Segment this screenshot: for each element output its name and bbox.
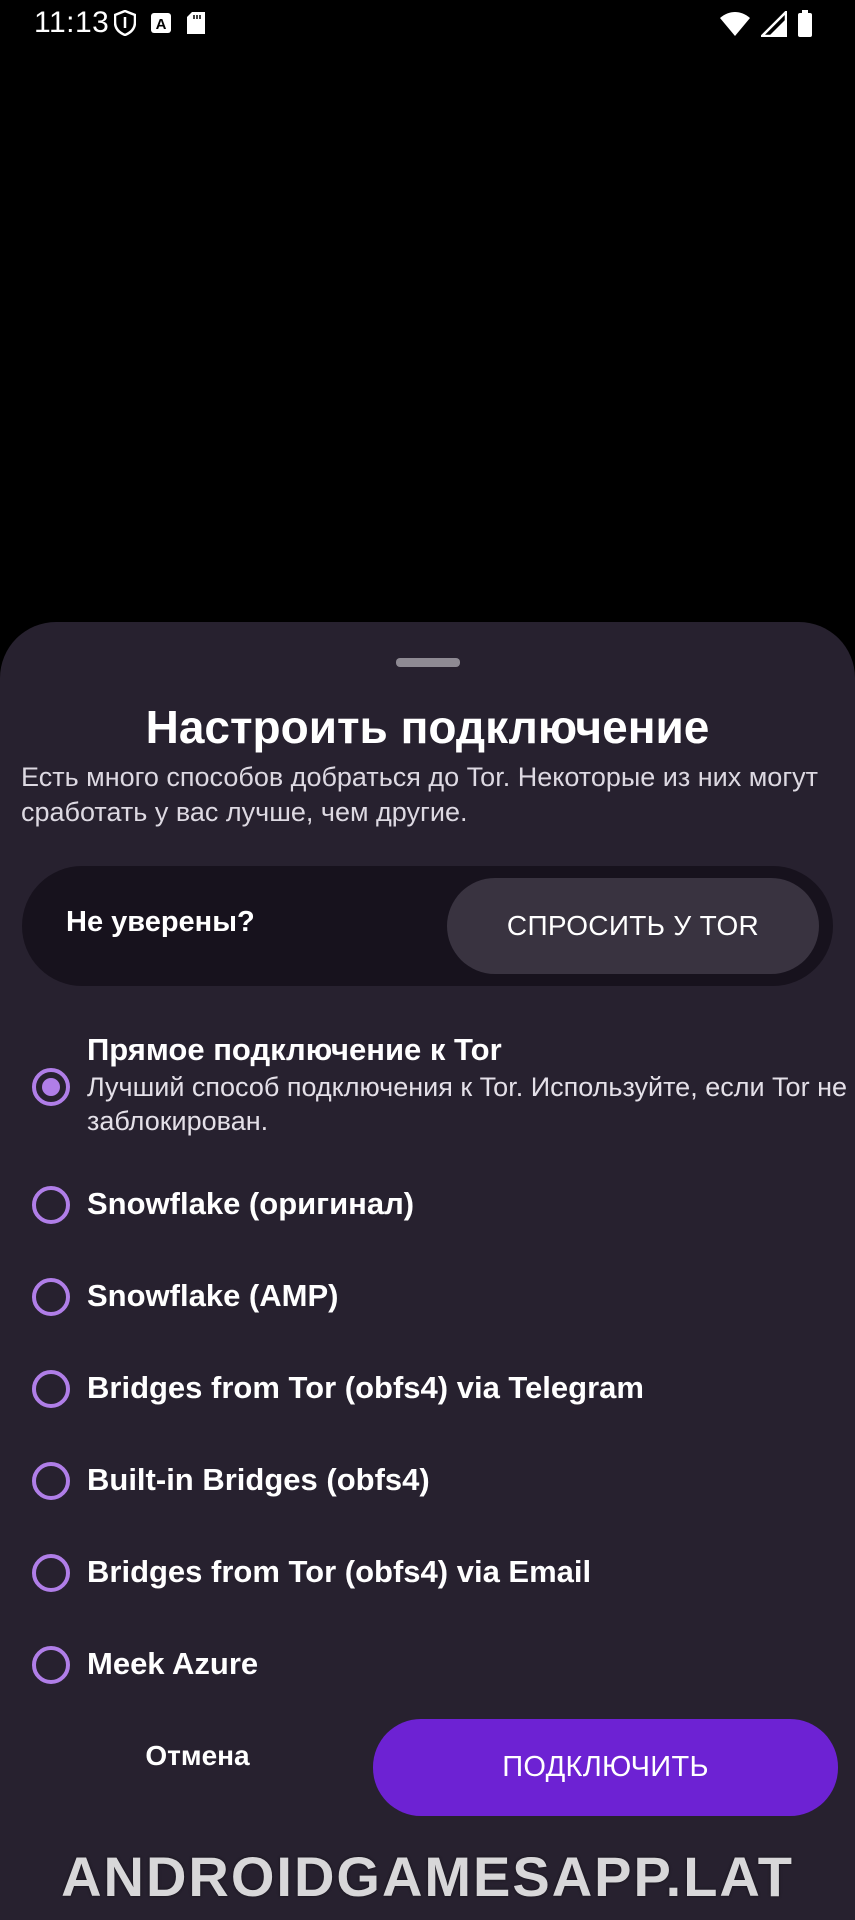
radio-button[interactable] xyxy=(32,1278,70,1316)
radio-button[interactable] xyxy=(32,1186,70,1224)
option-title: Meek Azure xyxy=(87,1646,259,1681)
battery-icon xyxy=(797,10,813,43)
radio-button-checked[interactable] xyxy=(32,1068,70,1106)
option-title: Прямое подключение к Tor xyxy=(87,1032,502,1067)
option-title: Bridges from Tor (obfs4) via Telegram xyxy=(87,1370,644,1405)
drag-handle[interactable] xyxy=(396,658,460,667)
radio-button[interactable] xyxy=(32,1554,70,1592)
status-bar: 11:13 A xyxy=(0,0,855,50)
option-bridges-email[interactable]: Bridges from Tor (obfs4) via Email xyxy=(30,1544,830,1604)
vpn-shield-icon xyxy=(113,9,137,41)
sheet-description: Есть много способов добраться до Tor. Не… xyxy=(21,762,819,827)
watermark-text: ANDROIDGAMESAPP.LAT xyxy=(61,1845,794,1908)
radio-button[interactable] xyxy=(32,1370,70,1408)
option-built-in-bridges[interactable]: Built-in Bridges (obfs4) xyxy=(30,1452,830,1512)
svg-text:A: A xyxy=(156,16,167,33)
option-title: Snowflake (оригинал) xyxy=(87,1186,415,1221)
radio-button[interactable] xyxy=(32,1646,70,1684)
option-subtitle: Лучший способ подключения к Tor. Использ… xyxy=(87,1072,847,1136)
sd-card-icon xyxy=(186,11,206,40)
connection-bottom-sheet: Настроить подключение Есть много способо… xyxy=(0,622,855,1920)
option-title: Bridges from Tor (obfs4) via Email xyxy=(87,1554,592,1589)
cancel-button[interactable]: Отмена xyxy=(110,1716,285,1796)
sheet-title: Настроить подключение xyxy=(145,701,710,753)
ask-tor-button[interactable]: СПРОСИТЬ У TOR xyxy=(447,878,819,974)
status-icons-left: A xyxy=(113,9,206,41)
screen: 11:13 A Настроить подключение Есть много… xyxy=(0,0,855,1920)
option-direct-connection[interactable]: Прямое подключение к Tor Лучший способ п… xyxy=(30,1026,847,1146)
option-meek-azure[interactable]: Meek Azure xyxy=(30,1636,830,1696)
option-bridges-telegram[interactable]: Bridges from Tor (obfs4) via Telegram xyxy=(30,1360,830,1420)
status-time: 11:13 xyxy=(34,6,110,39)
option-title: Snowflake (AMP) xyxy=(87,1278,339,1313)
cellular-signal-icon xyxy=(758,8,788,42)
connect-button[interactable]: ПОДКЛЮЧИТЬ xyxy=(373,1719,838,1816)
ask-tor-card: Не уверены? СПРОСИТЬ У TOR xyxy=(22,866,833,986)
status-icons-right xyxy=(719,8,813,43)
keyboard-a-icon: A xyxy=(150,12,172,39)
ask-label: Не уверены? xyxy=(66,906,255,938)
wifi-icon xyxy=(719,11,751,42)
option-title: Built-in Bridges (obfs4) xyxy=(87,1462,430,1497)
option-snowflake-amp[interactable]: Snowflake (AMP) xyxy=(30,1268,830,1328)
option-snowflake-original[interactable]: Snowflake (оригинал) xyxy=(30,1176,830,1236)
radio-button[interactable] xyxy=(32,1462,70,1500)
